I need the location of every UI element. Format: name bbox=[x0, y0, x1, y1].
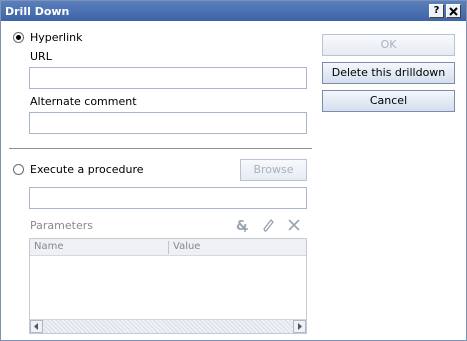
edit-icon[interactable] bbox=[260, 217, 276, 233]
ok-button[interactable]: OK bbox=[322, 34, 455, 56]
hyperlink-label: Hyperlink bbox=[30, 31, 83, 44]
alternate-comment-label: Alternate comment bbox=[30, 95, 137, 108]
execute-procedure-label: Execute a procedure bbox=[30, 163, 144, 176]
scroll-right-button[interactable] bbox=[293, 320, 306, 333]
column-header-name[interactable]: Name bbox=[34, 241, 64, 252]
column-divider[interactable] bbox=[168, 241, 169, 254]
url-label: URL bbox=[30, 50, 52, 63]
delete-icon[interactable] bbox=[286, 217, 302, 233]
cancel-button[interactable]: Cancel bbox=[322, 90, 455, 112]
execute-procedure-radio[interactable] bbox=[13, 164, 24, 175]
browse-button[interactable]: Browse bbox=[240, 159, 307, 181]
parameters-label: Parameters bbox=[30, 219, 93, 232]
help-button[interactable]: ? bbox=[429, 4, 444, 18]
add-parameter-icon[interactable]: & bbox=[234, 217, 250, 234]
scroll-right-icon bbox=[298, 323, 302, 330]
url-field[interactable] bbox=[29, 67, 307, 89]
window-title: Drill Down bbox=[5, 5, 70, 18]
section-divider bbox=[9, 148, 312, 149]
alternate-comment-field[interactable] bbox=[29, 112, 307, 134]
scroll-left-button[interactable] bbox=[30, 320, 43, 333]
hyperlink-radio[interactable] bbox=[13, 32, 24, 43]
close-button[interactable] bbox=[446, 4, 461, 18]
column-header-value[interactable]: Value bbox=[173, 241, 200, 252]
title-bar[interactable]: Drill Down ? bbox=[1, 1, 466, 21]
procedure-field[interactable] bbox=[29, 187, 307, 209]
table-header: Name Value bbox=[30, 239, 306, 256]
parameters-table[interactable]: Name Value bbox=[29, 238, 307, 334]
delete-drilldown-button[interactable]: Delete this drilldown bbox=[322, 62, 455, 84]
close-icon bbox=[449, 7, 458, 16]
horizontal-scrollbar[interactable] bbox=[30, 319, 306, 333]
drill-down-dialog: Drill Down ? Hyperlink URL Alternate com… bbox=[0, 0, 467, 341]
scroll-left-icon bbox=[34, 323, 38, 330]
